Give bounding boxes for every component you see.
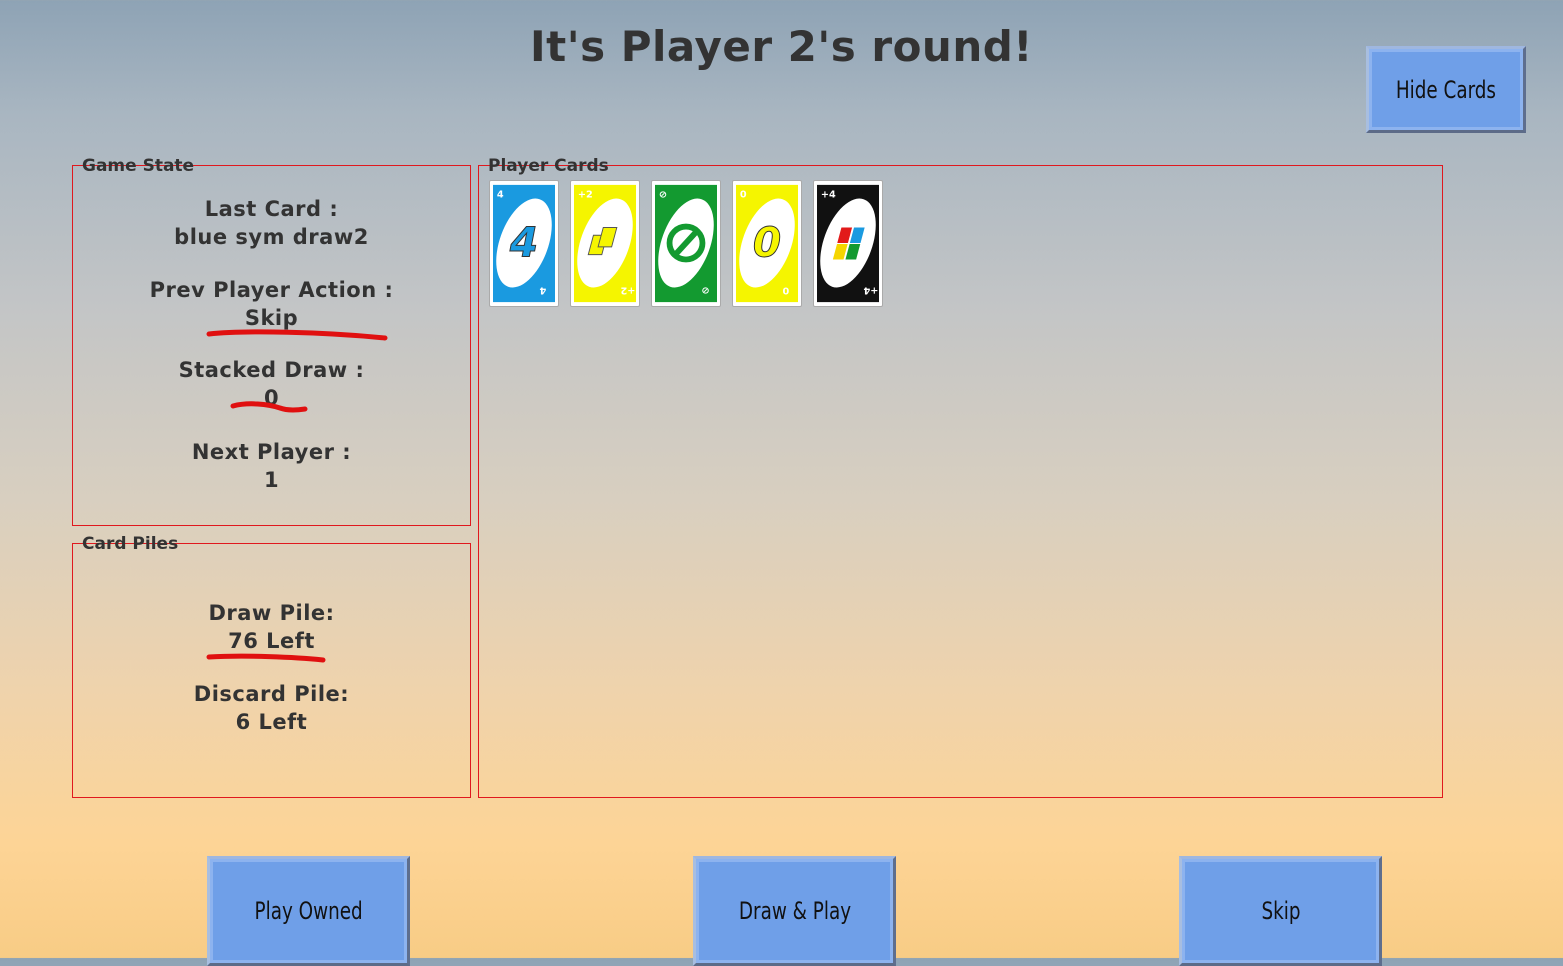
game-state-title: Game State — [82, 156, 195, 176]
green-skip-card[interactable]: ⊘ ⊘ — [651, 180, 721, 307]
draw-pile-stat: Draw Pile: 76 Left — [73, 601, 470, 653]
svg-text:4: 4 — [539, 285, 546, 296]
svg-text:4: 4 — [497, 189, 504, 200]
player-cards-title: Player Cards — [488, 156, 609, 176]
round-title: It's Player 2's round! — [530, 22, 1033, 71]
skip-label: Skip — [1260, 897, 1301, 925]
hide-cards-label: Hide Cards — [1395, 75, 1497, 104]
yellow-0-card[interactable]: 0 0 0 — [732, 180, 802, 307]
svg-text:+4: +4 — [863, 285, 878, 296]
svg-text:0: 0 — [782, 285, 789, 296]
svg-text:0: 0 — [753, 219, 781, 267]
svg-text:+4: +4 — [821, 189, 836, 200]
last-card-stat: Last Card : blue sym draw2 — [73, 197, 470, 249]
player-cards-panel: Player Cards 4 4 4 +2 +2 ⊘ ⊘ 0 0 0 +4 +4 — [478, 157, 1443, 798]
skip-button[interactable]: Skip — [1179, 856, 1382, 966]
svg-text:+2: +2 — [621, 285, 636, 296]
draw-and-play-button[interactable]: Draw & Play — [693, 856, 896, 966]
annotation-underline-skip — [206, 329, 388, 341]
discard-pile-value: 6 Left — [235, 710, 308, 734]
svg-text:+2: +2 — [578, 189, 593, 200]
last-card-label: Last Card : — [204, 197, 339, 221]
prev-action-label: Prev Player Action : — [149, 278, 394, 302]
svg-text:0: 0 — [740, 189, 747, 200]
stacked-draw-label: Stacked Draw : — [178, 358, 365, 382]
card-piles-panel: Card Piles Draw Pile: 76 Left Discard Pi… — [72, 535, 471, 798]
svg-text:4: 4 — [509, 219, 538, 267]
hide-cards-button[interactable]: Hide Cards — [1366, 46, 1526, 133]
annotation-underline-draw-pile — [206, 653, 326, 663]
draw-and-play-label: Draw & Play — [738, 897, 851, 925]
next-player-value: 1 — [263, 468, 280, 492]
draw-pile-label: Draw Pile: — [208, 601, 335, 625]
play-owned-label: Play Owned — [254, 897, 363, 925]
discard-pile-stat: Discard Pile: 6 Left — [73, 682, 470, 734]
svg-text:⊘: ⊘ — [659, 189, 667, 200]
card-piles-title: Card Piles — [82, 534, 179, 554]
next-player-stat: Next Player : 1 — [73, 440, 470, 492]
prev-action-stat: Prev Player Action : Skip — [73, 278, 470, 330]
svg-text:⊘: ⊘ — [702, 285, 710, 296]
yellow-draw2-card[interactable]: +2 +2 — [570, 180, 640, 307]
play-owned-button[interactable]: Play Owned — [207, 856, 410, 966]
discard-pile-label: Discard Pile: — [193, 682, 350, 706]
annotation-underline-stacked — [230, 401, 308, 413]
last-card-value: blue sym draw2 — [174, 225, 369, 249]
next-player-label: Next Player : — [191, 440, 352, 464]
blue-4-card[interactable]: 4 4 4 — [489, 180, 559, 307]
wild-draw4-card[interactable]: +4 +4 — [813, 180, 883, 307]
player-hand: 4 4 4 +2 +2 ⊘ ⊘ 0 0 0 +4 +4 — [489, 180, 883, 307]
